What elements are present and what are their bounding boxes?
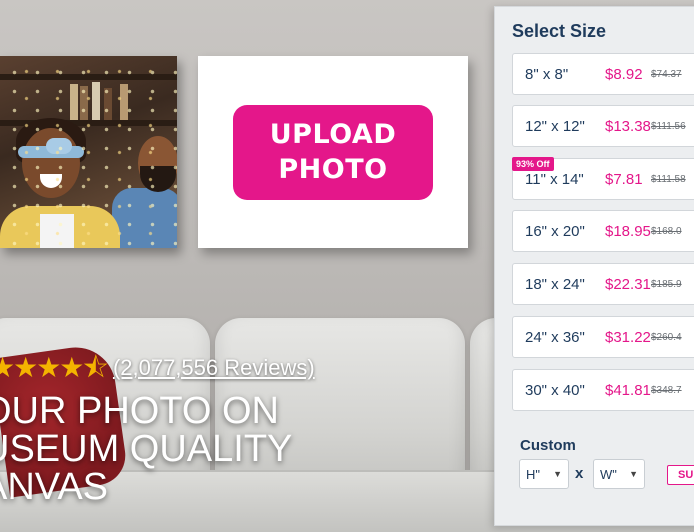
size-option-18x24[interactable]: 18" x 24" $22.31 $185.9	[512, 263, 694, 305]
size-price: $8.92	[605, 65, 643, 83]
size-label: 16" x 20"	[525, 222, 585, 240]
headline-line: ANVAS	[0, 466, 109, 508]
size-original-price: $260.4	[651, 331, 682, 343]
chevron-down-icon: ▼	[629, 469, 638, 479]
size-panel: Select Size 8" x 8" $8.92 $74.37 12" x 1…	[494, 6, 694, 526]
times-symbol: x	[575, 465, 584, 482]
panel-title: Select Size	[512, 21, 607, 41]
custom-width-value: W"	[600, 466, 617, 482]
size-price: $18.95	[605, 222, 651, 240]
star-rating-icon: ★★★★⯪	[0, 352, 109, 383]
size-original-price: $168.0	[651, 225, 682, 237]
size-label: 24" x 36"	[525, 328, 585, 346]
size-original-price: $185.9	[651, 278, 682, 290]
size-label: 18" x 24"	[525, 275, 585, 293]
custom-height-value: H"	[526, 466, 541, 482]
size-price: $13.38	[605, 117, 651, 135]
size-original-price: $111.58	[651, 173, 686, 185]
size-price: $22.31	[605, 275, 651, 293]
size-price: $41.81	[605, 381, 651, 399]
upload-canvas: UPLOAD PHOTO	[198, 56, 468, 248]
family-photo-canvas	[0, 56, 177, 248]
size-option-8x8[interactable]: 8" x 8" $8.92 $74.37	[512, 53, 694, 95]
custom-submit-button[interactable]: SU	[667, 465, 694, 485]
headline: OUR PHOTO ON USEUM QUALITY ANVAS	[0, 392, 462, 506]
size-option-12x12[interactable]: 12" x 12" $13.38 $111.56	[512, 105, 694, 147]
discount-badge: 93% Off	[512, 157, 554, 171]
size-option-24x36[interactable]: 24" x 36" $31.22 $260.4	[512, 316, 694, 358]
size-label: 11" x 14"	[525, 170, 584, 188]
size-original-price: $74.37	[651, 68, 682, 80]
headline-line: OUR PHOTO ON	[0, 390, 279, 432]
size-label: 8" x 8"	[525, 65, 569, 83]
rating: ★★★★⯪ (2,077,556 Reviews)	[0, 354, 315, 382]
custom-height-select[interactable]: H" ▼	[519, 459, 569, 489]
headline-line: USEUM QUALITY	[0, 428, 293, 470]
custom-width-select[interactable]: W" ▼	[593, 459, 645, 489]
size-price: $7.81	[605, 170, 643, 188]
custom-size-title: Custom	[520, 437, 576, 454]
upload-photo-button[interactable]: UPLOAD PHOTO	[233, 104, 433, 200]
size-label: 30" x 40"	[525, 381, 585, 399]
string-lights	[0, 56, 177, 248]
size-price: $31.22	[605, 328, 651, 346]
chevron-down-icon: ▼	[553, 469, 562, 479]
reviews-link[interactable]: (2,077,556 Reviews)	[113, 355, 315, 381]
size-original-price: $111.56	[651, 120, 686, 132]
size-original-price: $348.7	[651, 384, 682, 396]
size-option-30x40[interactable]: 30" x 40" $41.81 $348.7	[512, 369, 694, 411]
size-option-16x20[interactable]: 16" x 20" $18.95 $168.0	[512, 210, 694, 252]
size-label: 12" x 12"	[525, 117, 585, 135]
